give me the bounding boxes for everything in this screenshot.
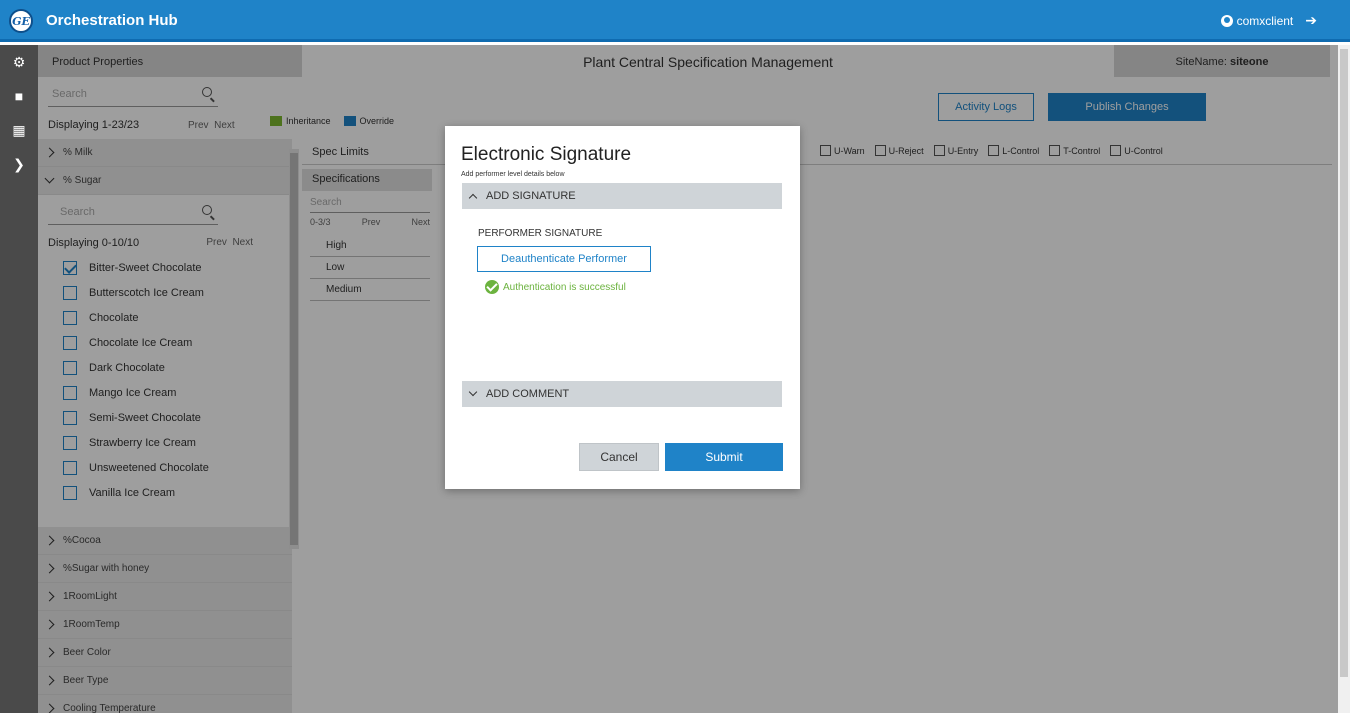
chevron-right-icon[interactable]: ❯ [0, 147, 38, 181]
deauthenticate-performer-button[interactable]: Deauthenticate Performer [477, 246, 651, 272]
add-comment-accordion[interactable]: ADD COMMENT [462, 381, 782, 407]
dialog-title: Electronic Signature [461, 144, 632, 165]
check-circle-icon [485, 280, 499, 294]
scrollbar-thumb[interactable] [1340, 49, 1348, 677]
page-scrollbar[interactable] [1338, 45, 1350, 713]
performer-signature-label: PERFORMER SIGNATURE [478, 228, 603, 239]
grid-icon[interactable]: ▦ [0, 113, 38, 147]
user-area: comxclient ➔ [1220, 12, 1317, 29]
add-signature-accordion[interactable]: ADD SIGNATURE [462, 183, 782, 209]
left-rail: ⚙ ■ ▦ ❯ [0, 45, 38, 713]
cancel-button[interactable]: Cancel [579, 443, 659, 471]
electronic-signature-dialog: Electronic Signature Add performer level… [445, 126, 800, 489]
accordion-label: ADD COMMENT [486, 388, 570, 400]
chevron-up-icon [468, 193, 478, 203]
chevron-down-icon [468, 387, 478, 397]
top-bar: GE Orchestration Hub comxclient ➔ [0, 0, 1350, 42]
auth-success-message: Authentication is successful [485, 280, 626, 294]
auth-message-text: Authentication is successful [503, 281, 626, 293]
user-name: comxclient [1236, 13, 1294, 28]
submit-button[interactable]: Submit [665, 443, 783, 471]
user-icon [1220, 14, 1233, 27]
app-title: Orchestration Hub [46, 12, 178, 29]
hierarchy-icon[interactable]: ⚙ [0, 45, 38, 79]
user-menu[interactable]: comxclient [1220, 13, 1294, 28]
accordion-label: ADD SIGNATURE [486, 190, 576, 202]
dialog-subtitle: Add performer level details below [461, 171, 565, 178]
ge-logo: GE [9, 9, 33, 33]
logout-icon[interactable]: ➔ [1305, 12, 1317, 29]
factory-icon[interactable]: ■ [0, 79, 38, 113]
